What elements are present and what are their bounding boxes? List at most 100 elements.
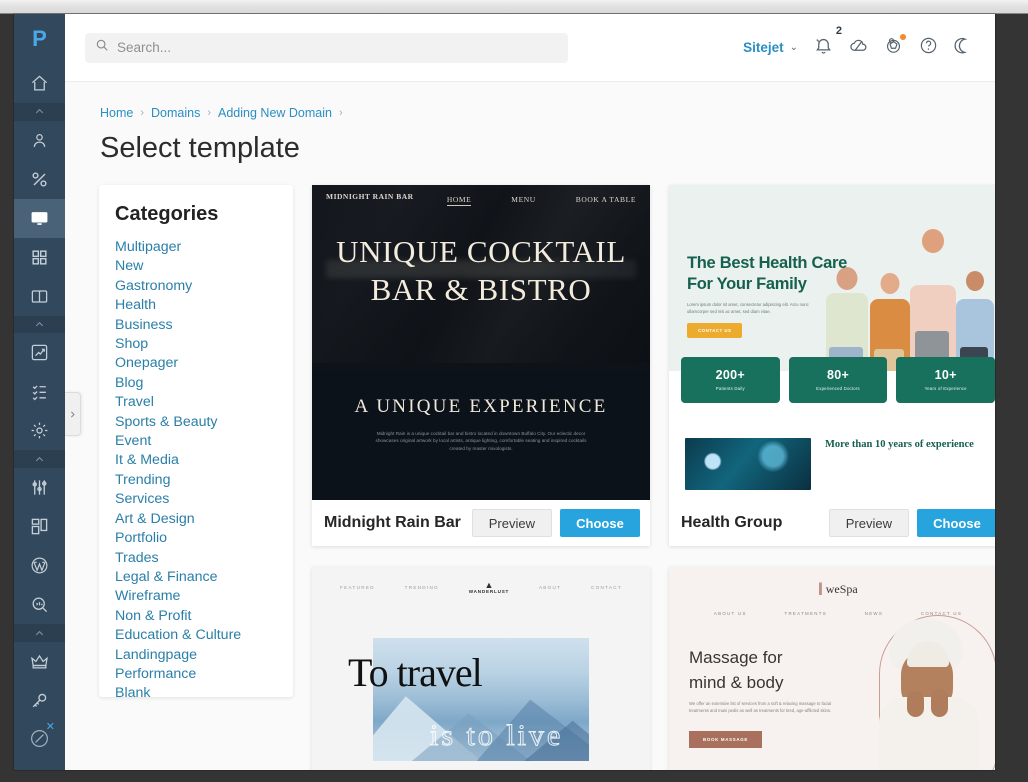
category-travel[interactable]: Travel <box>115 393 293 412</box>
person-icon <box>30 131 49 150</box>
categories-panel: Categories Multipager New Gastronomy Hea… <box>99 185 293 701</box>
account-name: Sitejet <box>743 40 784 55</box>
template-preview-image[interactable]: MIDNIGHT RAIN BAR HOME MENU BOOK A TABLE… <box>312 185 650 500</box>
category-trades[interactable]: Trades <box>115 549 293 568</box>
template-preview-image[interactable]: ||| weSpa ABOUT US TREATMENTS NEWS CONTA… <box>669 567 995 770</box>
logo-text: weSpa <box>825 581 858 596</box>
category-health[interactable]: Health <box>115 296 293 315</box>
category-blog[interactable]: Blog <box>115 374 293 393</box>
sidebar-item-access[interactable] <box>14 681 65 720</box>
sidebar-item-seo[interactable] <box>14 585 65 624</box>
preview-button[interactable]: Preview <box>471 509 552 537</box>
template-preview-image[interactable]: ✿ Health Group Home About Us Team Servic… <box>669 185 995 500</box>
choose-button[interactable]: Choose <box>917 509 995 537</box>
sidebar-item-analytics[interactable] <box>14 333 65 372</box>
search-input[interactable] <box>117 40 558 55</box>
template-hero: UNIQUE COCKTAIL BAR & BISTRO <box>312 233 650 309</box>
stat-label: Patients Daily <box>715 386 745 391</box>
breadcrumb-item-adding-new-domain[interactable]: Adding New Domain <box>218 106 332 120</box>
cloud-status-button[interactable] <box>849 36 868 60</box>
search-icon <box>95 38 109 57</box>
sidebar-divider-2[interactable] <box>14 315 65 334</box>
page-title: Select template <box>100 132 300 164</box>
header-actions: Sitejet ⌄ 2 <box>737 25 973 768</box>
sidebar-item-modules[interactable] <box>14 507 65 546</box>
sidebar-item-home[interactable] <box>14 64 65 103</box>
dark-mode-toggle[interactable] <box>954 36 973 60</box>
help-button[interactable] <box>919 36 938 60</box>
sidebar-divider-4[interactable] <box>14 624 65 642</box>
logo-text: WANDERLUST <box>468 589 510 594</box>
category-sports-beauty[interactable]: Sports & Beauty <box>115 413 293 432</box>
template-preview-image[interactable]: FEATURED TRENDING ▲ WANDERLUST ABOUT CON… <box>312 567 650 770</box>
sidebar-item-tasks[interactable] <box>14 372 65 411</box>
notification-count: 2 <box>835 24 842 37</box>
sidebar-divider-3[interactable] <box>14 450 65 469</box>
sidebar-collapse-handle[interactable] <box>65 392 81 436</box>
template-nav: FEATURED TRENDING ▲ WANDERLUST ABOUT CON… <box>312 567 650 595</box>
sidebar-item-settings[interactable] <box>14 411 65 450</box>
breadcrumb-item-home[interactable]: Home <box>100 106 133 120</box>
category-performance[interactable]: Performance <box>115 665 293 684</box>
template-card-wespa[interactable]: ||| weSpa ABOUT US TREATMENTS NEWS CONTA… <box>669 567 995 770</box>
experience-section: More than 10 years of experience <box>669 425 995 500</box>
template-card-midnight-rain-bar[interactable]: MIDNIGHT RAIN BAR HOME MENU BOOK A TABLE… <box>312 185 650 546</box>
experience-title: More than 10 years of experience <box>825 439 974 450</box>
category-gastronomy[interactable]: Gastronomy <box>115 277 293 296</box>
category-trending[interactable]: Trending <box>115 471 293 490</box>
template-name: Health Group <box>681 514 783 531</box>
category-event[interactable]: Event <box>115 432 293 451</box>
sidebar-item-marketing[interactable] <box>14 160 65 199</box>
category-services[interactable]: Services <box>115 490 293 509</box>
category-landingpage[interactable]: Landingpage <box>115 646 293 665</box>
sidebar-item-contacts[interactable] <box>14 121 65 160</box>
sitejet-logo-icon[interactable]: ✕ <box>14 720 65 756</box>
category-non-profit[interactable]: Non & Profit <box>115 607 293 626</box>
sidebar-item-tools[interactable] <box>14 468 65 507</box>
stat-number: 80+ <box>826 368 850 382</box>
stat-number: 200+ <box>715 368 746 382</box>
template-card-footer: Health Group Preview Choose <box>669 500 995 546</box>
category-education-culture[interactable]: Education & Culture <box>115 626 293 645</box>
nav-link-news: NEWS <box>864 611 884 616</box>
app-sidebar: P ✕ <box>14 14 65 770</box>
search-bar[interactable] <box>85 32 568 63</box>
category-legal-finance[interactable]: Legal & Finance <box>115 568 293 587</box>
template-card-health-group[interactable]: ✿ Health Group Home About Us Team Servic… <box>669 185 995 546</box>
gear-icon <box>30 421 49 440</box>
category-blank[interactable]: Blank <box>115 684 293 703</box>
sidebar-item-wordpress[interactable] <box>14 546 65 585</box>
categories-heading: Categories <box>115 203 219 225</box>
sidebar-item-apps[interactable] <box>14 238 65 277</box>
template-card-wanderlust[interactable]: FEATURED TRENDING ▲ WANDERLUST ABOUT CON… <box>312 567 650 770</box>
sidebar-divider-1[interactable] <box>14 102 65 121</box>
hero-line-2: is to live <box>429 719 564 753</box>
category-shop[interactable]: Shop <box>115 335 293 354</box>
book-icon <box>30 287 49 306</box>
stat-label: Years of Experience <box>924 386 967 391</box>
hero-line-1: Massage for <box>689 648 783 667</box>
category-business[interactable]: Business <box>115 316 293 335</box>
close-icon[interactable]: ✕ <box>46 722 55 733</box>
hero-line-1: The Best Health Care <box>687 254 847 272</box>
category-onepager[interactable]: Onepager <box>115 354 293 373</box>
breadcrumb-item-domains[interactable]: Domains <box>151 106 200 120</box>
notifications-button[interactable]: 2 <box>814 25 842 60</box>
category-new[interactable]: New <box>115 257 293 276</box>
apps-button[interactable] <box>884 33 906 60</box>
category-art-design[interactable]: Art & Design <box>115 510 293 529</box>
categories-list: Multipager New Gastronomy Health Busines… <box>115 238 293 704</box>
chevron-right-icon: › <box>338 107 343 119</box>
preview-button[interactable]: Preview <box>828 509 909 537</box>
app-logo[interactable]: P <box>14 14 65 64</box>
sidebar-item-content[interactable] <box>14 277 65 316</box>
hero-line-2: For Your Family <box>687 275 807 293</box>
category-portfolio[interactable]: Portfolio <box>115 529 293 548</box>
choose-button[interactable]: Choose <box>560 509 640 537</box>
category-it-media[interactable]: It & Media <box>115 451 293 470</box>
sidebar-item-premium[interactable] <box>14 642 65 681</box>
account-menu[interactable]: Sitejet ⌄ <box>737 40 798 768</box>
category-multipager[interactable]: Multipager <box>115 238 293 257</box>
category-wireframe[interactable]: Wireframe <box>115 587 293 606</box>
sidebar-item-websites[interactable] <box>14 198 65 238</box>
